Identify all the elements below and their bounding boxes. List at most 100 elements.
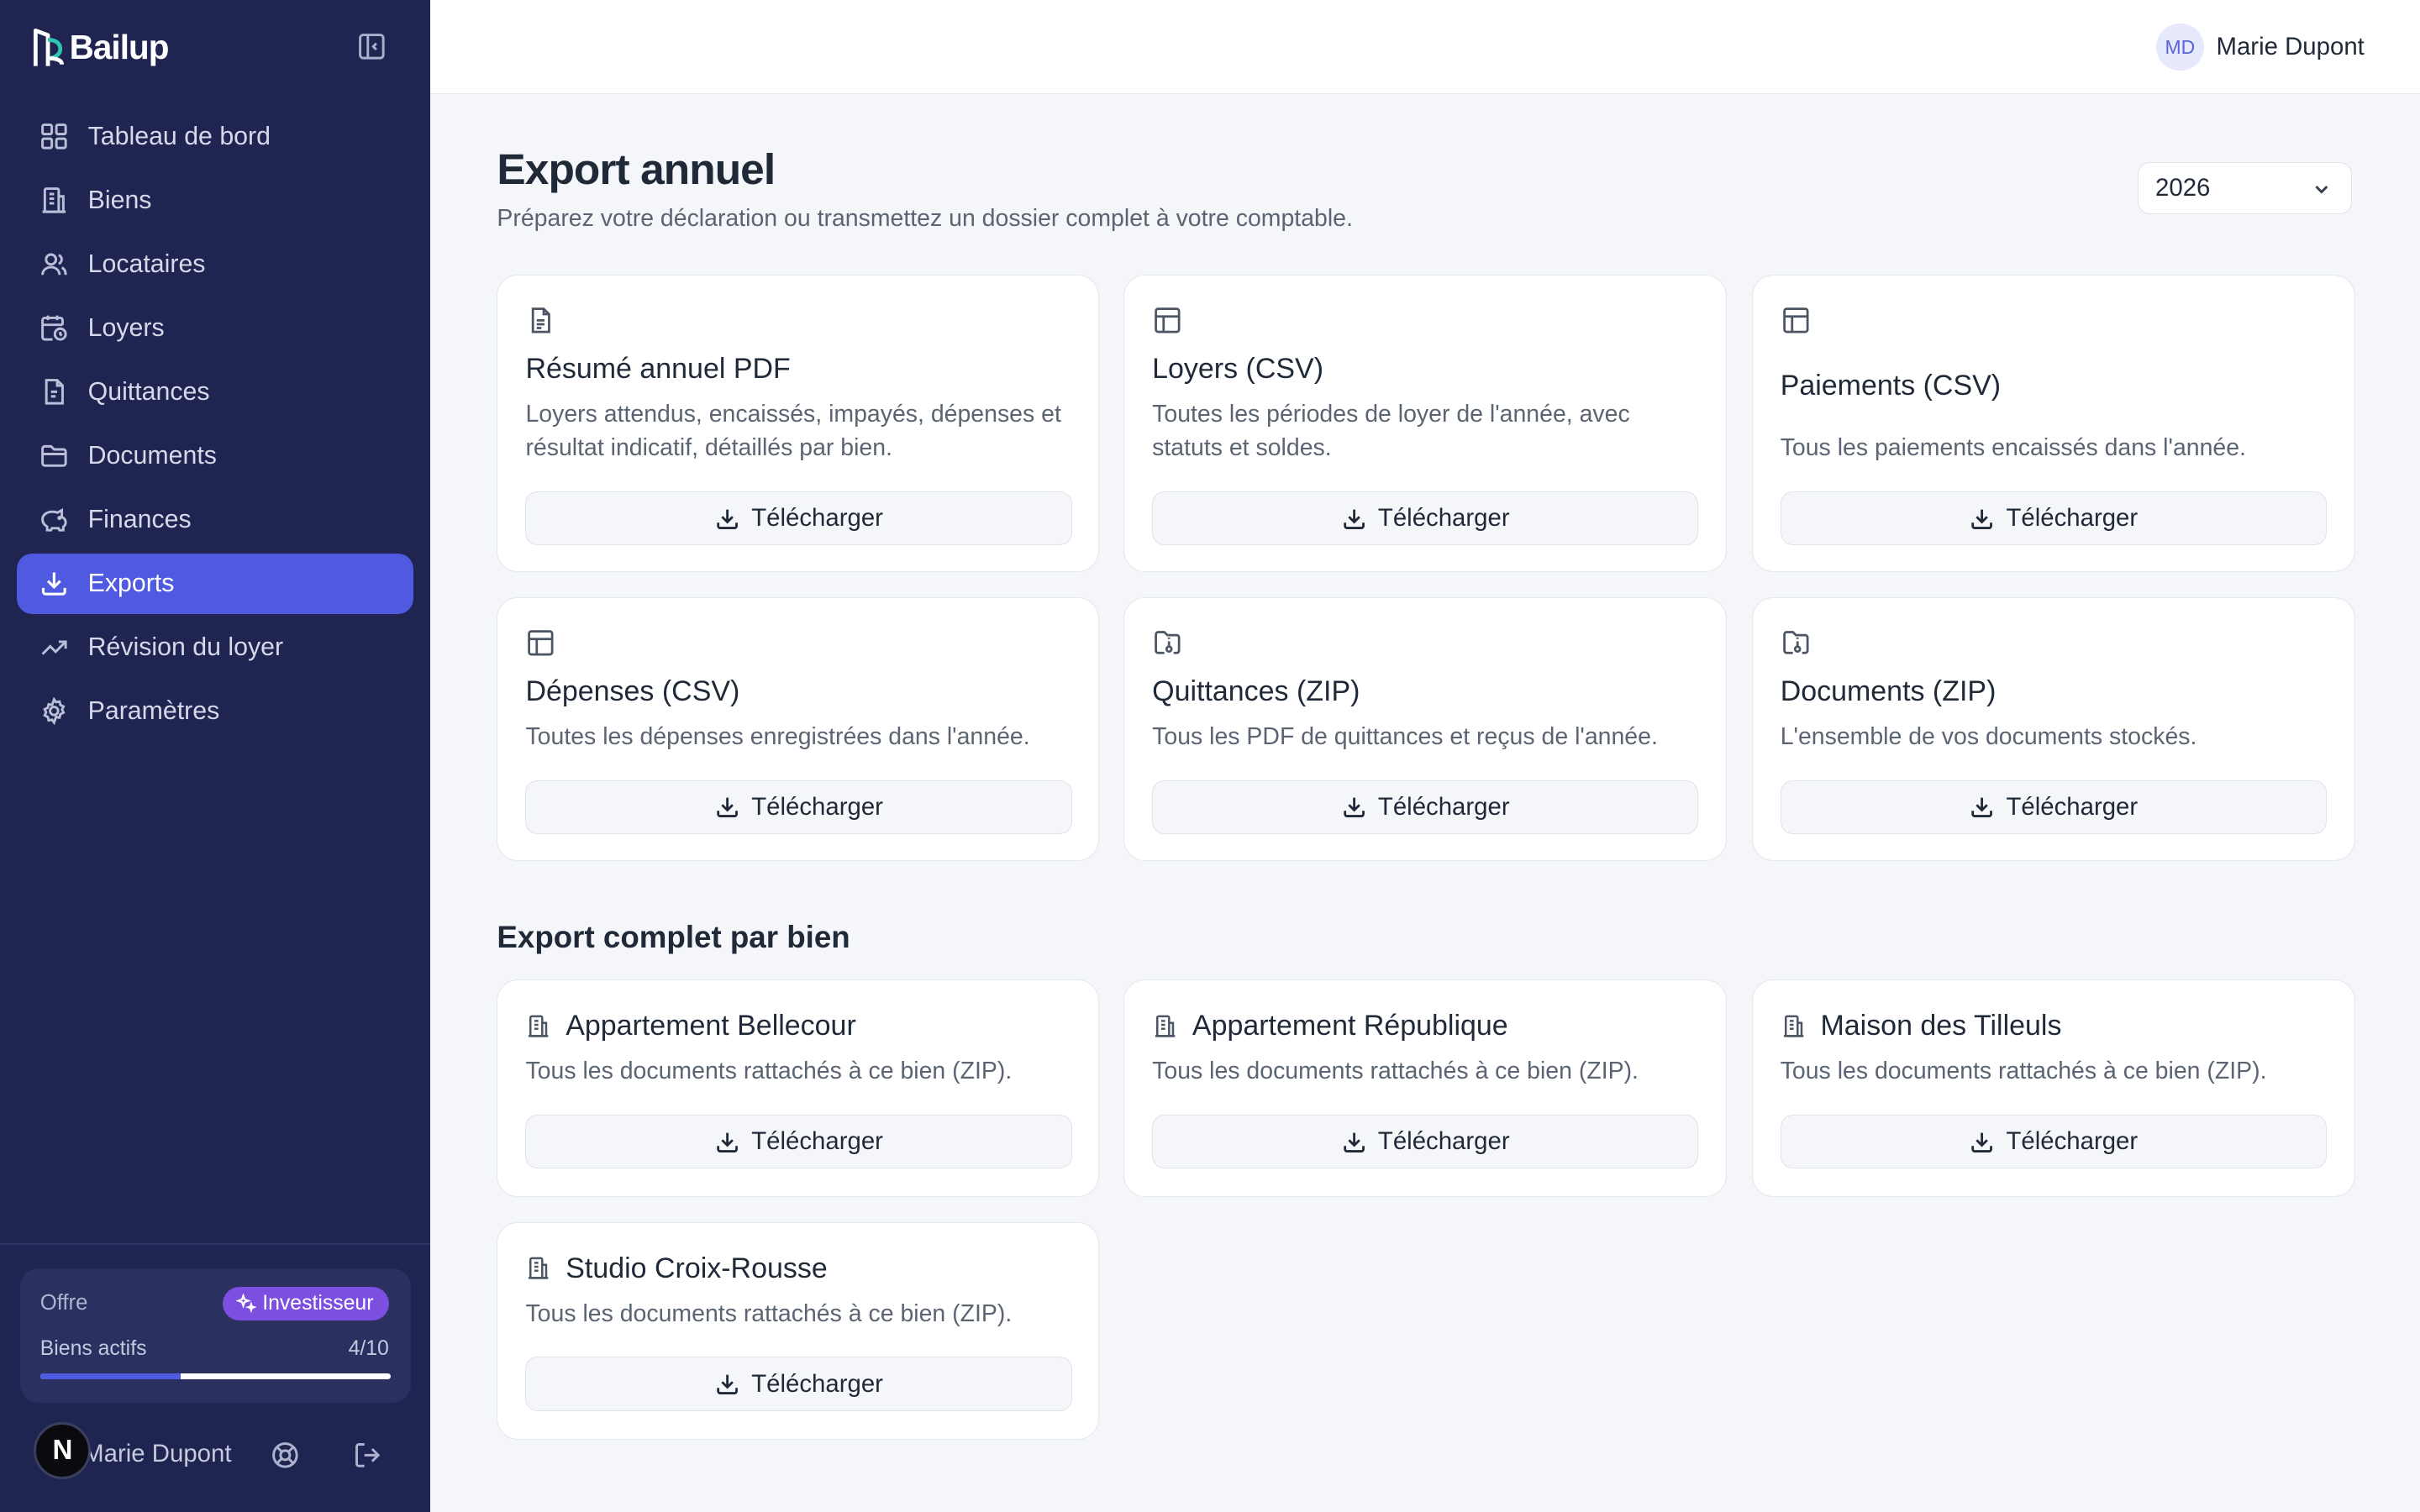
download-button[interactable]: Télécharger (1152, 1115, 1699, 1169)
download-button-label: Télécharger (1377, 504, 1510, 533)
download-button[interactable]: Télécharger (525, 1115, 1072, 1169)
logout-icon[interactable] (352, 1440, 383, 1471)
plan-usage-label: Biens actifs (39, 1337, 147, 1361)
download-icon (717, 797, 739, 817)
download-icon (717, 1132, 739, 1152)
property-description: Tous les documents rattachés à ce bien (… (525, 1299, 1013, 1327)
download-icon (1344, 509, 1365, 529)
help-lifebuoy-icon[interactable] (270, 1440, 301, 1471)
download-icon (1971, 509, 1993, 529)
sidebar-item-receipts[interactable]: Quittances (17, 362, 413, 423)
file-text-icon (532, 307, 551, 333)
download-button-label: Télécharger (751, 504, 883, 533)
sidebar-item-finances[interactable]: Finances (17, 490, 413, 550)
export-card-expenses: Dépenses (CSV) Toutes les dépenses enreg… (497, 596, 1099, 861)
sidebar-item-rent-revision[interactable]: Révision du loyer (17, 617, 413, 678)
export-card-title: Résumé annuel PDF (525, 352, 791, 385)
sidebar-item-exports[interactable]: Exports (17, 553, 414, 614)
building-icon (529, 1257, 549, 1279)
property-card: Appartement Bellecour Tous les documents… (497, 979, 1099, 1198)
year-select-value: 2026 (2155, 174, 2211, 202)
page-subtitle: Préparez votre déclaration ou transmette… (497, 205, 1353, 233)
avatar: MD (2155, 23, 2204, 71)
page-title: Export annuel (497, 144, 776, 193)
download-button-label: Télécharger (751, 1127, 883, 1156)
property-card: Maison des Tilleuls Tous les documents r… (1751, 979, 2355, 1198)
receipt-icon (45, 379, 64, 405)
property-description: Tous les documents rattachés à ce bien (… (1780, 1058, 2267, 1085)
download-button[interactable]: Télécharger (525, 491, 1072, 546)
property-name: Appartement Bellecour (566, 1010, 856, 1042)
download-button[interactable]: Télécharger (525, 1357, 1072, 1411)
export-card-description: Toutes les dépenses enregistrées dans l'… (525, 722, 1030, 750)
piggy-bank-icon (41, 508, 67, 533)
download-button[interactable]: Télécharger (1780, 491, 2327, 546)
download-button[interactable]: Télécharger (1780, 1115, 2327, 1169)
sidebar-item-settings[interactable]: Paramètres (17, 681, 413, 742)
sidebar: Bailup Tableau de bord Biens Locataires … (0, 0, 431, 1512)
folder-icon (41, 445, 67, 468)
download-button-label: Télécharger (1377, 1127, 1510, 1156)
export-card-description: L'ensemble de vos documents stockés. (1780, 722, 2197, 750)
plan-usage-progress-fill (39, 1373, 181, 1379)
table-icon (528, 629, 554, 656)
table-icon (1782, 307, 1809, 333)
logo-icon (33, 29, 64, 66)
year-select[interactable]: 2026 (2137, 161, 2353, 215)
download-button[interactable]: Télécharger (1780, 780, 2327, 834)
download-icon (1344, 797, 1365, 817)
sidebar-item-label: Loyers (87, 313, 165, 342)
sparkles-icon (236, 1294, 256, 1314)
property-description: Tous les documents rattachés à ce bien (… (1152, 1058, 1639, 1085)
download-icon (1971, 797, 1993, 817)
export-card-documents: Documents (ZIP) L'ensemble de vos docume… (1751, 596, 2355, 861)
sidebar-item-tenants[interactable]: Locataires (17, 234, 413, 295)
property-description: Tous les documents rattachés à ce bien (… (525, 1058, 1013, 1085)
settings-icon (43, 696, 66, 726)
sidebar-user: Marie Dupont N (34, 1420, 404, 1488)
sidebar-item-documents[interactable]: Documents (17, 426, 413, 486)
top-user-menu[interactable]: MD Marie Dupont (2155, 23, 2365, 71)
collapse-sidebar-icon[interactable] (356, 31, 387, 62)
export-card-description: Toutes les périodes de loyer de l'année,… (1152, 401, 1630, 462)
export-card-title: Documents (ZIP) (1780, 675, 1996, 707)
download-button-label: Télécharger (751, 1369, 883, 1398)
plan-usage-count: 4/10 (348, 1337, 389, 1361)
building-icon (1783, 1015, 1804, 1037)
download-button-label: Télécharger (2006, 792, 2139, 821)
sidebar-user-avatar[interactable]: N (34, 1422, 92, 1480)
sidebar-item-label: Locataires (87, 249, 206, 278)
property-name: Appartement République (1192, 1010, 1508, 1042)
download-button[interactable]: Télécharger (525, 780, 1072, 834)
sidebar-item-label: Révision du loyer (87, 633, 284, 661)
calendar-clock-icon (41, 315, 67, 341)
sidebar-divider (0, 1243, 431, 1246)
plan-usage-progress (39, 1373, 391, 1379)
trending-up-icon (41, 640, 67, 656)
app-root: Bailup Tableau de bord Biens Locataires … (0, 0, 2420, 1512)
export-card-title: Dépenses (CSV) (525, 675, 740, 707)
export-card-annual-summary: Résumé annuel PDF Loyers attendus, encai… (497, 274, 1099, 573)
sidebar-item-label: Tableau de bord (87, 122, 271, 150)
export-card-receipts: Quittances (ZIP) Tous les PDF de quittan… (1123, 596, 1728, 861)
property-name: Maison des Tilleuls (1820, 1010, 2062, 1042)
section-title-by-property: Export complet par bien (497, 919, 850, 954)
sidebar-user-name[interactable]: Marie Dupont (83, 1440, 231, 1468)
dashboard-icon (41, 123, 67, 150)
sidebar-item-properties[interactable]: Biens (17, 171, 413, 231)
sidebar-item-rents[interactable]: Loyers (17, 298, 413, 359)
property-name: Studio Croix-Rousse (566, 1252, 828, 1284)
sidebar-item-dashboard[interactable]: Tableau de bord (17, 107, 413, 167)
plan-badge-label: Investisseur (262, 1292, 374, 1315)
export-card-description: Tous les paiements encaissés dans l'anné… (1780, 434, 2246, 462)
download-button-label: Télécharger (2006, 504, 2139, 533)
folder-archive-icon (1155, 630, 1181, 654)
sidebar-nav: Tableau de bord Biens Locataires Loyers … (17, 107, 414, 745)
plan-badge[interactable]: Investisseur (222, 1286, 389, 1321)
logo[interactable]: Bailup (29, 24, 169, 71)
folder-archive-icon (1782, 630, 1809, 654)
export-card-title: Paiements (CSV) (1780, 369, 2002, 402)
download-button[interactable]: Télécharger (1152, 780, 1699, 834)
download-button[interactable]: Télécharger (1152, 491, 1699, 546)
download-icon (717, 509, 739, 529)
